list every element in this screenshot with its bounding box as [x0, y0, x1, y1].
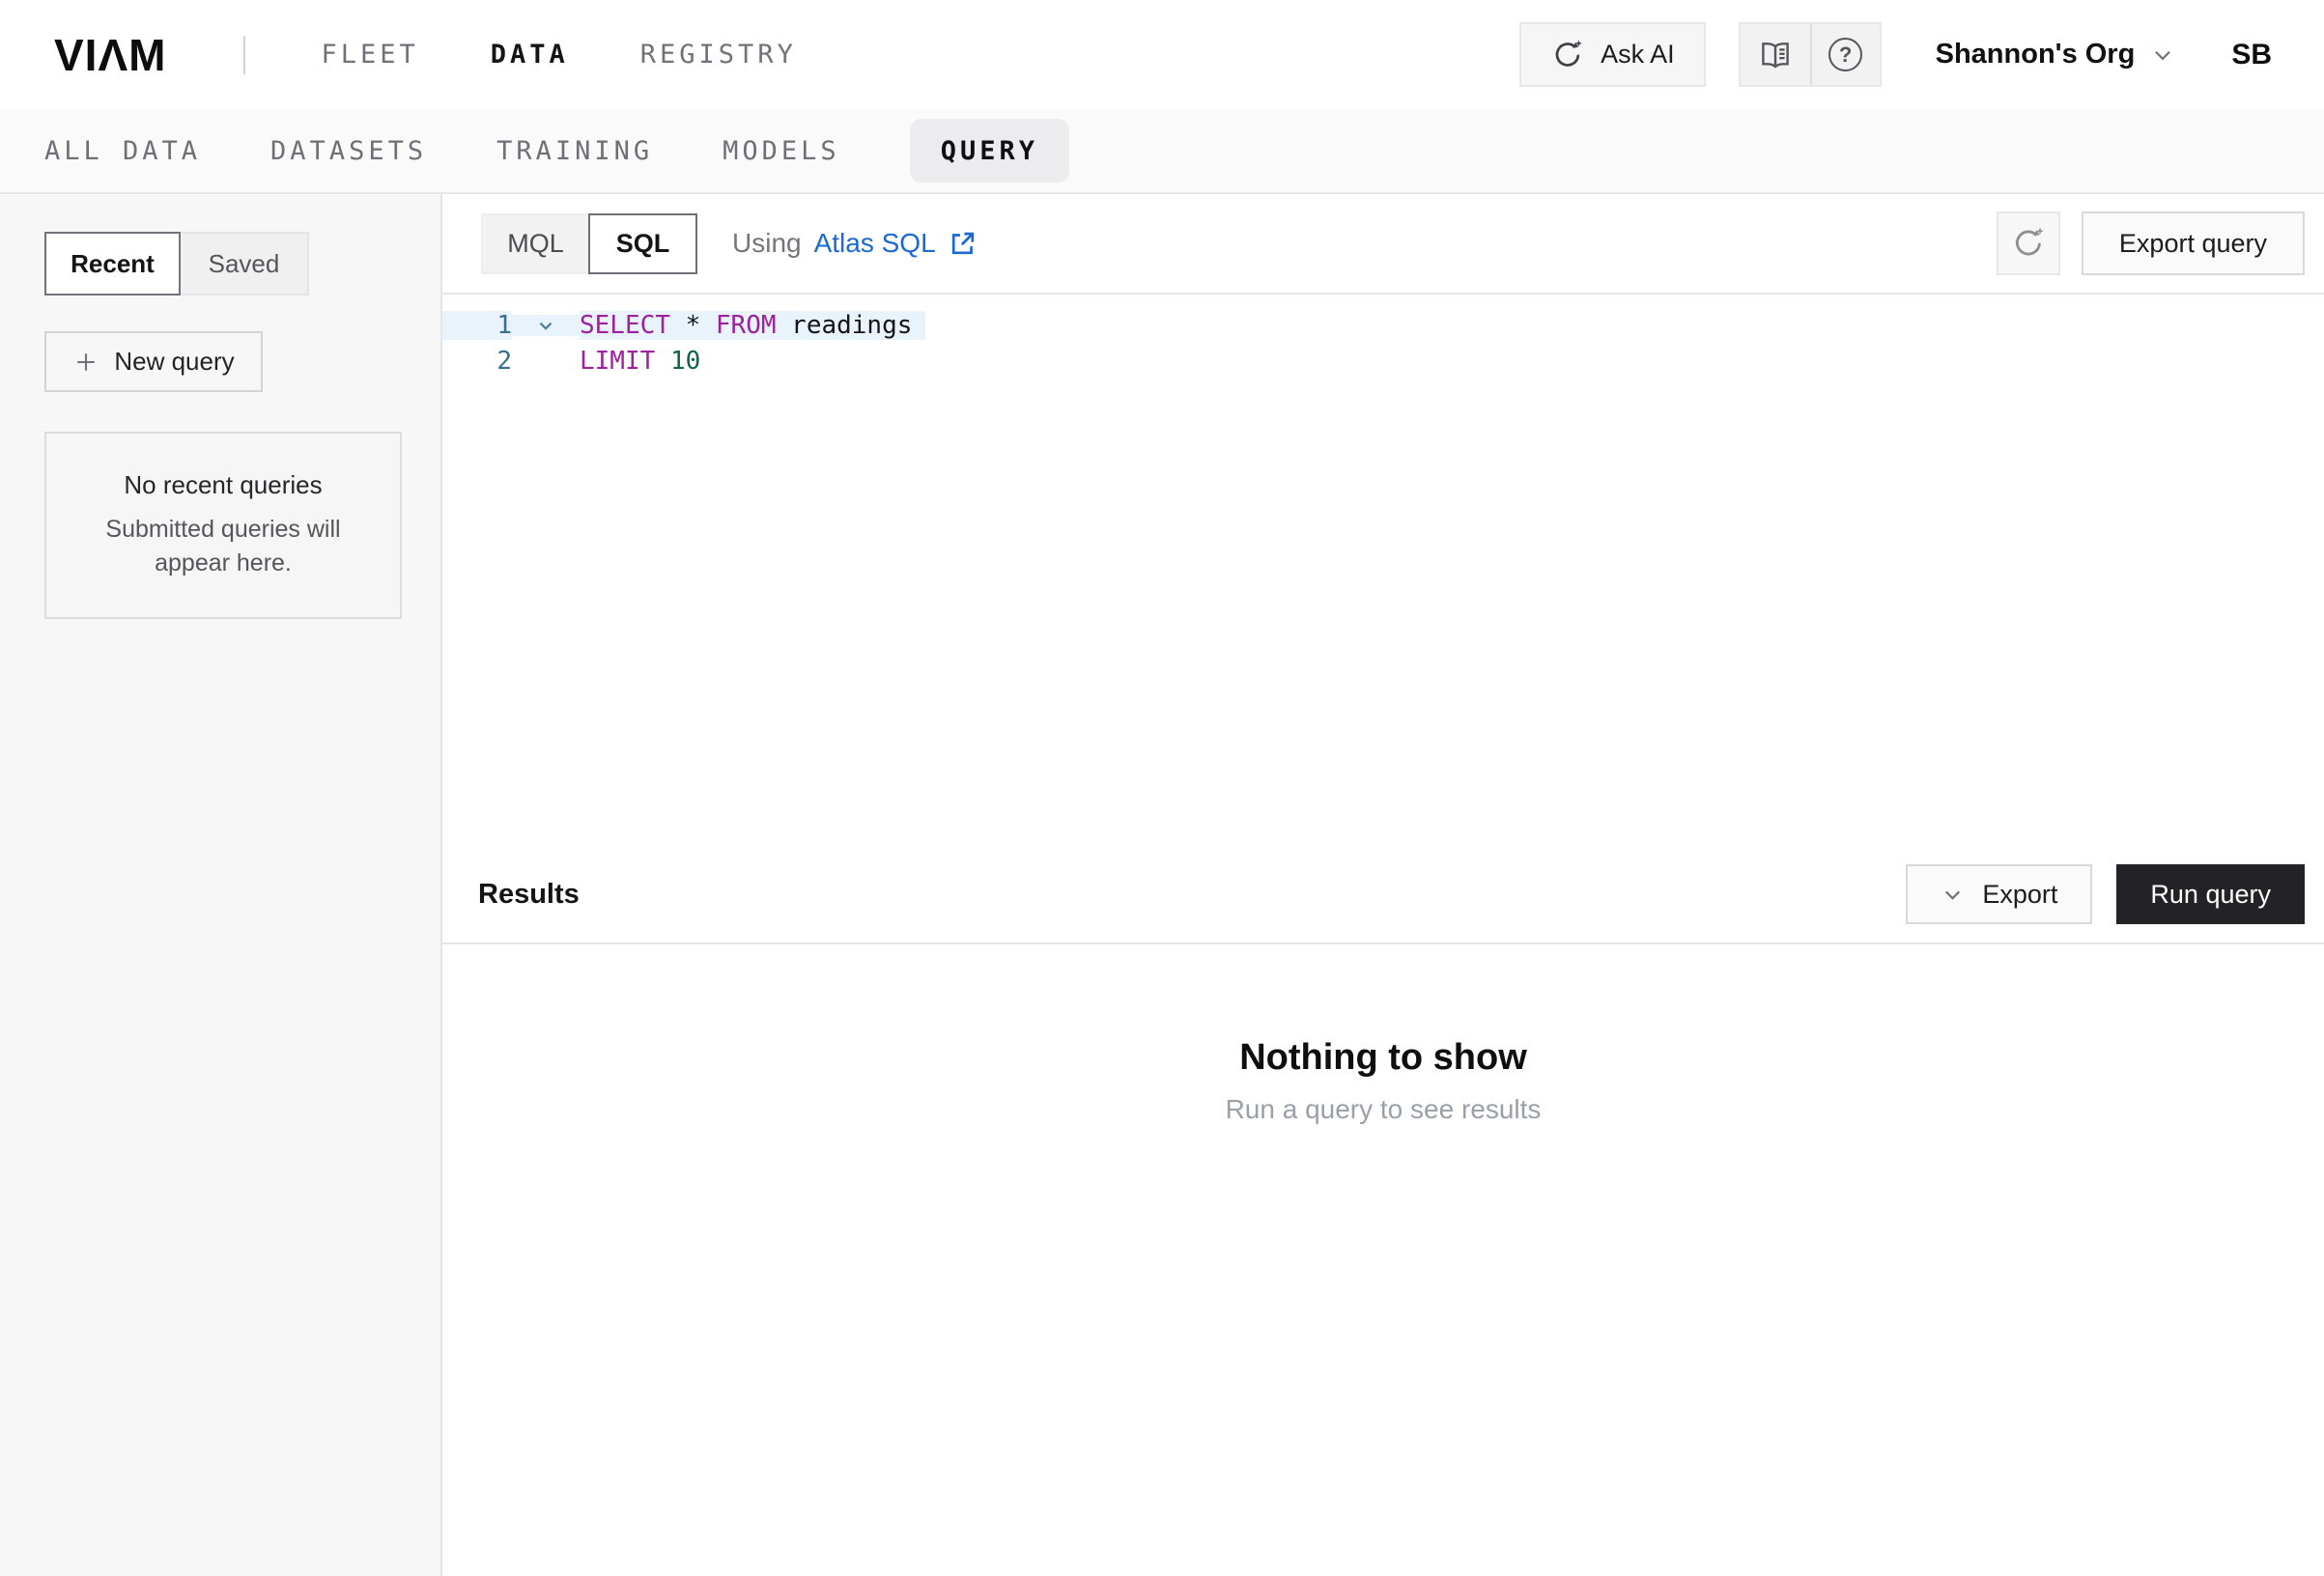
results-actions: Export Run query: [1906, 864, 2305, 924]
ask-ai-label: Ask AI: [1601, 40, 1675, 70]
export-query-button[interactable]: Export query: [2082, 211, 2305, 275]
org-switcher[interactable]: Shannon's Org: [1936, 39, 2176, 70]
new-query-button[interactable]: New query: [44, 331, 263, 392]
sql-mode-button[interactable]: SQL: [588, 213, 697, 274]
atlas-sql-link[interactable]: Atlas SQL: [814, 228, 978, 259]
line-number: 2: [442, 347, 512, 376]
code-text: LIMIT 10: [580, 347, 714, 376]
subnav-tab-datasets[interactable]: DATASETS: [270, 136, 427, 166]
using-label: Using: [732, 228, 802, 259]
saved-tab[interactable]: Saved: [181, 232, 309, 296]
run-query-button[interactable]: Run query: [2116, 864, 2305, 924]
primary-nav: FLEET DATA REGISTRY: [321, 40, 796, 70]
using-atlas-sql: Using Atlas SQL: [732, 228, 978, 259]
viam-logo[interactable]: VIΛM: [54, 29, 166, 81]
plus-icon: [72, 349, 99, 376]
query-main-panel: MQL SQL Using Atlas SQL: [442, 194, 2324, 1576]
results-empty-title: Nothing to show: [1239, 1037, 1527, 1079]
app-header: VIΛM FLEET DATA REGISTRY Ask AI: [0, 0, 2324, 109]
question-mark-icon: ?: [1828, 38, 1862, 71]
book-icon: [1758, 38, 1793, 72]
code-line: 2 LIMIT 10: [442, 343, 2324, 379]
content-area: Recent Saved New query No recent queries…: [0, 194, 2324, 1576]
help-icon-group: ?: [1739, 22, 1882, 87]
docs-button[interactable]: [1741, 24, 1810, 85]
code-text: SELECT * FROM readings: [580, 311, 925, 340]
subnav-tab-models[interactable]: MODELS: [723, 136, 840, 166]
results-empty-subtitle: Run a query to see results: [1226, 1094, 1542, 1125]
sql-code-editor[interactable]: 1 SELECT * FROM readings 2 LIMIT 10: [442, 295, 2324, 846]
nav-tab-data[interactable]: DATA: [491, 40, 569, 70]
help-button[interactable]: ?: [1810, 24, 1880, 85]
query-sidebar: Recent Saved New query No recent queries…: [0, 194, 442, 1576]
export-results-button[interactable]: Export: [1906, 864, 2092, 924]
ai-sparkle-refresh-icon: [1550, 38, 1585, 72]
recent-tab[interactable]: Recent: [44, 232, 181, 296]
org-name: Shannon's Org: [1936, 39, 2136, 70]
query-toolbar: MQL SQL Using Atlas SQL: [442, 194, 2324, 295]
code-line: 1 SELECT * FROM readings: [442, 307, 2324, 343]
subnav-tab-all-data[interactable]: ALL DATA: [44, 136, 201, 166]
new-query-label: New query: [114, 347, 234, 377]
export-label: Export: [1982, 880, 2057, 910]
nav-tab-registry[interactable]: REGISTRY: [640, 40, 797, 70]
ai-sparkle-refresh-icon: [2010, 225, 2047, 262]
recent-saved-toggle: Recent Saved: [44, 232, 400, 296]
fold-chevron-icon[interactable]: [512, 315, 580, 336]
empty-state-title: No recent queries: [124, 470, 322, 500]
empty-state-subtitle: Submitted queries will appear here.: [83, 513, 363, 580]
results-title: Results: [478, 879, 580, 911]
query-toolbar-right: Export query: [1997, 211, 2305, 275]
chevron-down-icon: [2150, 42, 2175, 68]
user-avatar[interactable]: SB: [2231, 39, 2272, 71]
nav-tab-fleet[interactable]: FLEET: [321, 40, 418, 70]
header-divider: [243, 36, 245, 74]
chevron-down-icon: [1941, 883, 1965, 907]
mql-mode-button[interactable]: MQL: [481, 213, 588, 274]
results-header: Results Export Run query: [442, 846, 2324, 944]
query-mode-toggle: MQL SQL: [481, 213, 697, 274]
ai-refresh-button[interactable]: [1997, 211, 2060, 275]
atlas-sql-link-label: Atlas SQL: [814, 228, 936, 259]
external-link-icon: [948, 229, 978, 259]
recent-queries-empty-state: No recent queries Submitted queries will…: [44, 432, 402, 619]
line-number: 1: [442, 311, 512, 340]
ask-ai-button[interactable]: Ask AI: [1519, 22, 1706, 87]
header-right: Ask AI ? Shannon's Org SB: [1519, 22, 2272, 87]
results-body: Nothing to show Run a query to see resul…: [442, 944, 2324, 1576]
subnav-tab-training[interactable]: TRAINING: [496, 136, 653, 166]
data-subnav: ALL DATA DATASETS TRAINING MODELS QUERY: [0, 109, 2324, 194]
subnav-tab-query[interactable]: QUERY: [910, 119, 1069, 183]
